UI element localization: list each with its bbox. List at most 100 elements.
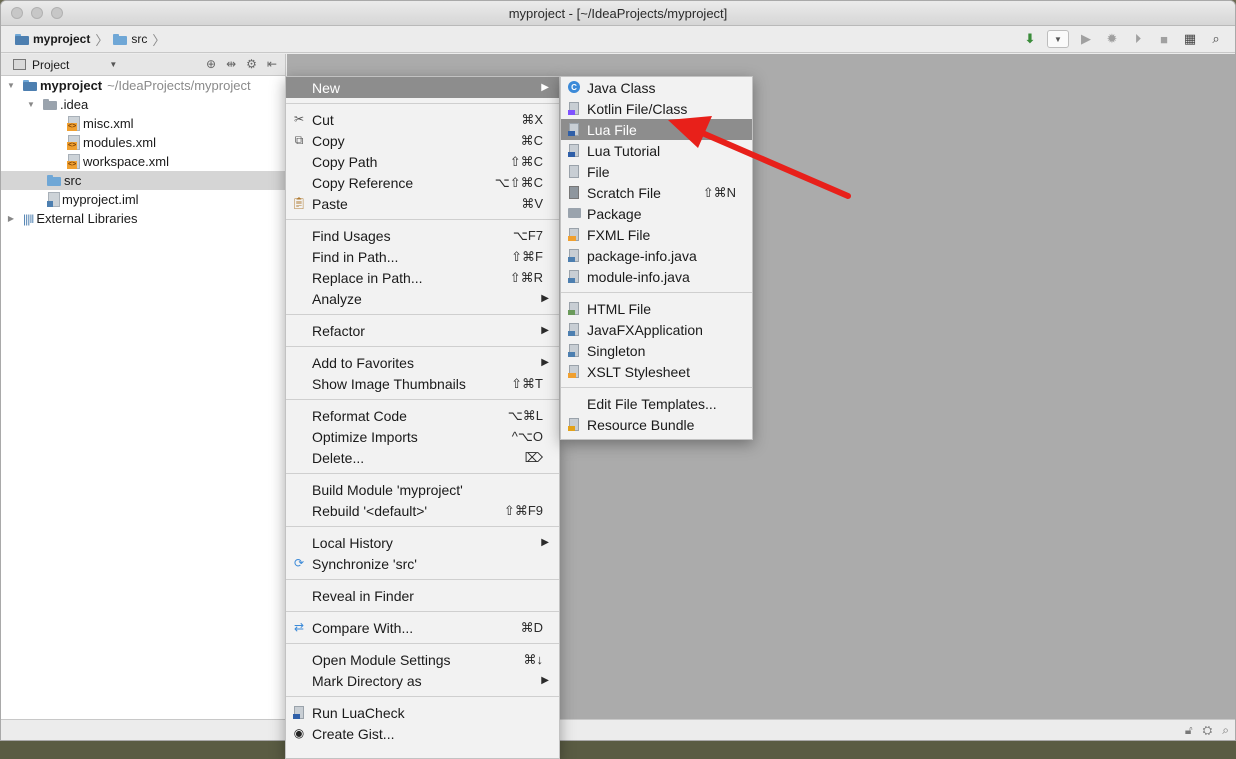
tree-node-file[interactable]: workspace.xml — [1, 152, 285, 171]
menu-item-new[interactable]: New ▶ — [286, 77, 559, 98]
project-view-icon — [13, 59, 26, 70]
menu-item-paste[interactable]: 📋︎ Paste ⌘V — [286, 193, 559, 214]
run-configuration-dropdown[interactable]: ▼ — [1047, 30, 1069, 48]
java-file-icon — [567, 248, 581, 262]
tree-root-name: myproject — [40, 78, 103, 93]
debug-icon[interactable]: ✹ — [1103, 30, 1121, 48]
menu-item-run-luacheck[interactable]: Run LuaCheck — [286, 702, 559, 723]
tree-node-file[interactable]: modules.xml — [1, 133, 285, 152]
menu-item-delete[interactable]: Delete... ⌦ — [286, 447, 559, 468]
menu-item-mark-directory-as[interactable]: Mark Directory as ▶ — [286, 670, 559, 691]
submenu-item-label: Package — [587, 205, 642, 222]
menu-item-find-in-path[interactable]: Find in Path... ⇧⌘F — [286, 246, 559, 267]
menu-item-find-usages[interactable]: Find Usages ⌥F7 — [286, 225, 559, 246]
project-tool-window: Project ▼ ⊕ ⇹ ⚙ ⇤ ▼ myproject ~/IdeaProj… — [1, 54, 286, 740]
breadcrumb-separator: 〉 — [95, 32, 109, 48]
submenu-item-label: JavaFXApplication — [587, 321, 703, 338]
menu-item-open-module-settings[interactable]: Open Module Settings ⌘↓ — [286, 649, 559, 670]
menu-item-analyze[interactable]: Analyze ▶ — [286, 288, 559, 309]
xml-file-icon — [67, 116, 80, 131]
menu-item-copy-reference[interactable]: Copy Reference ⌥⇧⌘C — [286, 172, 559, 193]
submenu-arrow-icon: ▶ — [541, 537, 549, 548]
menu-item-copy[interactable]: ⧉ Copy ⌘C — [286, 130, 559, 151]
tree-node-idea[interactable]: ▼ .idea — [1, 95, 285, 114]
tree-node-external-libraries[interactable]: ▶ |||‖ External Libraries — [1, 209, 285, 228]
submenu-item-singleton[interactable]: Singleton — [561, 340, 752, 361]
resource-bundle-icon — [567, 417, 581, 431]
project-structure-icon[interactable]: ▦ — [1181, 30, 1199, 48]
expand-arrow-icon[interactable]: ▶ — [5, 214, 17, 223]
status-icons: 🔓︎ ⛭ ⌕ — [1185, 723, 1229, 738]
breadcrumb-src[interactable]: src — [113, 32, 147, 46]
menu-item-synchronize[interactable]: ⟳ Synchronize 'src' — [286, 553, 559, 574]
submenu-item-package-info[interactable]: package-info.java — [561, 245, 752, 266]
tree-node-root[interactable]: ▼ myproject ~/IdeaProjects/myproject — [1, 76, 285, 95]
build-icon[interactable]: ⬇ — [1021, 30, 1039, 48]
menu-item-create-gist[interactable]: ◉ Create Gist... — [286, 723, 559, 744]
gear-icon[interactable]: ⚙ — [246, 57, 257, 71]
expand-arrow-icon[interactable]: ▼ — [5, 81, 17, 90]
expand-arrow-icon[interactable]: ▼ — [25, 100, 37, 109]
tree-root-path: ~/IdeaProjects/myproject — [107, 78, 251, 93]
menu-shortcut: ⌘C — [520, 132, 543, 148]
coverage-icon[interactable]: ⏵ — [1129, 30, 1147, 48]
menu-item-label: Build Module 'myproject' — [312, 481, 463, 498]
fxml-file-icon — [567, 227, 581, 241]
menu-shortcut: ⌘V — [521, 195, 543, 211]
menu-item-optimize-imports[interactable]: Optimize Imports ^⌥O — [286, 426, 559, 447]
tree-file-label: workspace.xml — [83, 154, 169, 169]
submenu-item-package[interactable]: Package — [561, 203, 752, 224]
panel-tools: ⊕ ⇹ ⚙ ⇤ — [206, 57, 277, 71]
stop-icon[interactable]: ■ — [1155, 30, 1173, 48]
menu-item-copy-path[interactable]: Copy Path ⇧⌘C — [286, 151, 559, 172]
submenu-item-html-file[interactable]: HTML File — [561, 298, 752, 319]
submenu-item-label: Edit File Templates... — [587, 395, 717, 412]
run-icon[interactable]: ▶ — [1077, 30, 1095, 48]
submenu-item-label: HTML File — [587, 300, 652, 317]
menu-item-label: Analyze — [312, 290, 362, 307]
search-icon[interactable]: ⌕ — [1207, 30, 1225, 48]
menu-item-reveal-in-finder[interactable]: Reveal in Finder — [286, 585, 559, 606]
menu-item-label: Replace in Path... — [312, 269, 423, 286]
submenu-item-module-info[interactable]: module-info.java — [561, 266, 752, 287]
menu-item-replace-in-path[interactable]: Replace in Path... ⇧⌘R — [286, 267, 559, 288]
lock-icon[interactable]: 🔓︎ — [1185, 723, 1193, 738]
breadcrumb-project[interactable]: myproject — [15, 32, 90, 46]
menu-separator — [286, 314, 559, 315]
lua-file-icon — [567, 143, 581, 157]
menu-item-cut[interactable]: ✂ Cut ⌘X — [286, 109, 559, 130]
menu-item-add-to-favorites[interactable]: Add to Favorites ▶ — [286, 352, 559, 373]
menu-item-refactor[interactable]: Refactor ▶ — [286, 320, 559, 341]
submenu-item-resource-bundle[interactable]: Resource Bundle — [561, 414, 752, 435]
locate-icon[interactable]: ⊕ — [206, 57, 216, 71]
submenu-item-xslt-stylesheet[interactable]: XSLT Stylesheet — [561, 361, 752, 382]
menu-item-build-module[interactable]: Build Module 'myproject' — [286, 479, 559, 500]
menu-item-label: Find in Path... — [312, 248, 399, 265]
submenu-item-fxml-file[interactable]: FXML File — [561, 224, 752, 245]
submenu-item-label: package-info.java — [587, 247, 697, 264]
java-file-icon — [567, 343, 581, 357]
tree-node-file[interactable]: misc.xml — [1, 114, 285, 133]
menu-shortcut: ⌥⇧⌘C — [494, 174, 543, 190]
tree-node-iml[interactable]: myproject.iml — [1, 190, 285, 209]
project-view-selector[interactable]: Project — [32, 58, 69, 72]
submenu-item-edit-file-templates[interactable]: Edit File Templates... — [561, 393, 752, 414]
collapse-icon[interactable]: ⇹ — [226, 57, 236, 71]
menu-item-rebuild[interactable]: Rebuild '<default>' ⇧⌘F9 — [286, 500, 559, 521]
tree-node-src[interactable]: src — [1, 171, 285, 190]
submenu-item-javafx-application[interactable]: JavaFXApplication — [561, 319, 752, 340]
search-icon[interactable]: ⌕ — [1222, 723, 1229, 738]
menu-item-reformat-code[interactable]: Reformat Code ⌥⌘L — [286, 405, 559, 426]
submenu-item-java-class[interactable]: C Java Class — [561, 77, 752, 98]
inspector-icon[interactable]: ⛭ — [1203, 723, 1213, 738]
menu-item-show-image-thumbnails[interactable]: Show Image Thumbnails ⇧⌘T — [286, 373, 559, 394]
chevron-down-icon[interactable]: ▼ — [109, 60, 117, 69]
menu-shortcut: ⇧⌘T — [511, 375, 543, 391]
menu-item-label: Open Module Settings — [312, 651, 451, 668]
menu-item-compare-with[interactable]: ⇄ Compare With... ⌘D — [286, 617, 559, 638]
breadcrumb-separator: 〉 — [152, 32, 166, 48]
menu-shortcut: ⌥F7 — [512, 227, 543, 243]
submenu-item-label: Resource Bundle — [587, 416, 695, 433]
hide-panel-icon[interactable]: ⇤ — [267, 57, 277, 71]
menu-item-local-history[interactable]: Local History ▶ — [286, 532, 559, 553]
